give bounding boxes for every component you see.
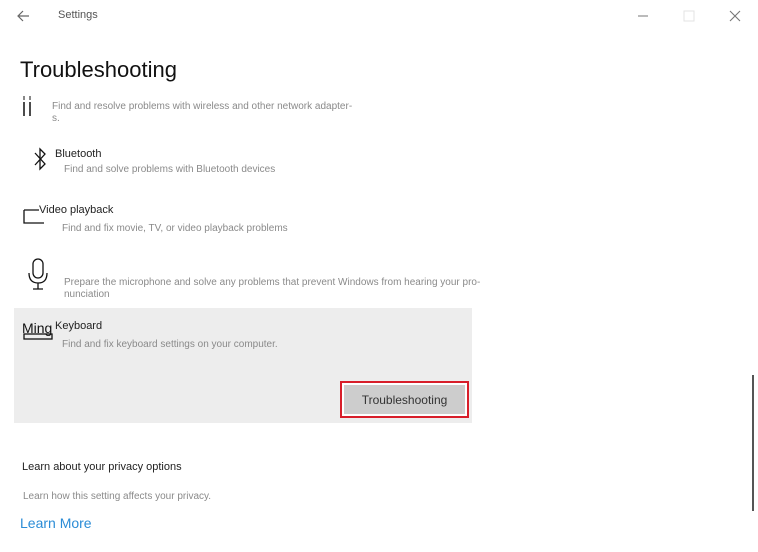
troubleshooter-bluetooth[interactable]: Bluetooth Find and solve problems with B…	[14, 145, 472, 180]
troubleshooter-name: Video playback	[39, 204, 114, 216]
back-button[interactable]	[14, 6, 36, 26]
network-adapter-icon	[23, 96, 31, 116]
troubleshooter-description: Prepare the microphone and solve any pro…	[64, 277, 481, 300]
back-arrow-icon	[17, 10, 29, 22]
close-icon	[729, 10, 741, 22]
keyboard-icon	[23, 333, 53, 340]
troubleshooter-description: Find and solve problems with Bluetooth d…	[64, 164, 276, 175]
troubleshooter-name: Bluetooth	[55, 148, 102, 160]
privacy-heading: Learn about your privacy options	[22, 461, 182, 473]
troubleshooter-description: Find and resolve problems with wireless …	[52, 101, 353, 124]
privacy-description: Learn how this setting affects your priv…	[23, 491, 212, 502]
vertical-scrollbar[interactable]	[752, 375, 754, 511]
title-bar: Settings	[0, 0, 758, 32]
app-title: Settings	[58, 9, 98, 21]
microphone-icon	[28, 258, 48, 290]
troubleshooter-video-playback[interactable]: Video playback Find and fix movie, TV, o…	[14, 202, 472, 238]
troubleshooter-description: Find and fix movie, TV, or video playbac…	[62, 223, 288, 234]
troubleshooter-speech[interactable]: Prepare the microphone and solve any pro…	[14, 257, 480, 303]
troubleshooter-description: Find and fix keyboard settings on your c…	[62, 339, 278, 350]
maximize-icon	[683, 10, 695, 22]
bluetooth-icon	[34, 147, 46, 171]
maximize-button[interactable]	[678, 5, 700, 27]
close-button[interactable]	[724, 5, 746, 27]
troubleshooter-name: Keyboard	[55, 320, 103, 332]
minimize-icon	[638, 15, 648, 17]
run-troubleshooter-label: Troubleshooting	[344, 385, 465, 414]
troubleshooter-network-adapter[interactable]: Find and resolve problems with wireless …	[14, 92, 472, 124]
minimize-button[interactable]	[632, 5, 654, 27]
learn-more-link[interactable]: Learn More	[20, 515, 92, 531]
page-title: Troubleshooting	[20, 57, 177, 82]
run-troubleshooter-button[interactable]: Troubleshooting	[340, 381, 469, 418]
